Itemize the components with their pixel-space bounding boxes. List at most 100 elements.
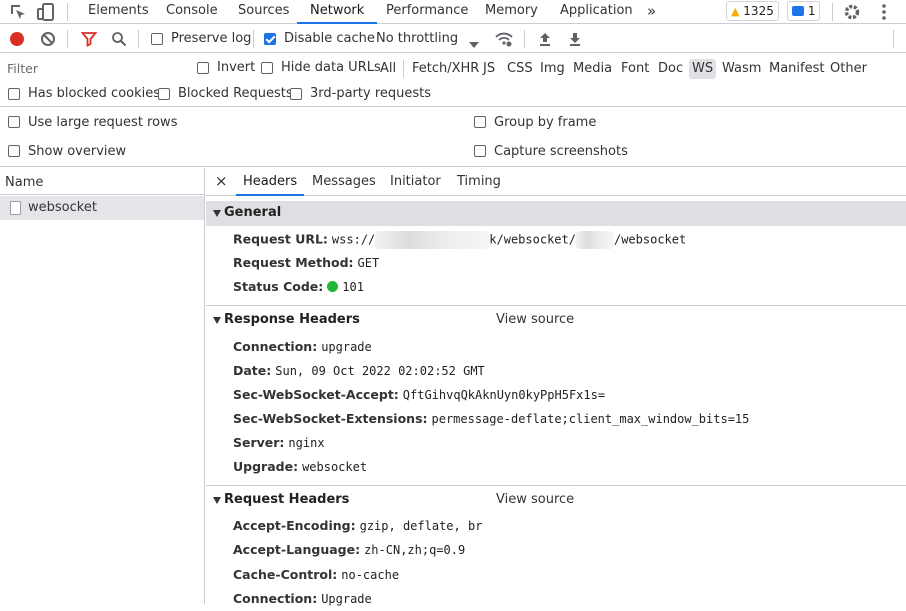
header-key: Status Code:	[233, 279, 324, 294]
network-conditions-icon[interactable]	[495, 31, 513, 47]
tab-application[interactable]: Application	[560, 0, 633, 24]
export-har-download-icon[interactable]	[567, 31, 583, 47]
throttling-select[interactable]: No throttling	[376, 31, 458, 46]
header-key: Accept-Language:	[233, 542, 361, 557]
response-header-row: Connection: upgrade	[233, 339, 372, 359]
filter-funnel-icon[interactable]	[80, 31, 98, 47]
name-column-header[interactable]: Name	[0, 168, 205, 195]
third-party-requests-label: 3rd-party requests	[310, 86, 432, 101]
show-overview-checkbox[interactable]	[8, 145, 20, 157]
detail-tab-bar: × Headers Messages Initiator Timing	[206, 168, 906, 196]
show-overview-label: Show overview	[28, 144, 127, 159]
general-section-header[interactable]: General	[206, 201, 906, 226]
capture-screenshots-checkbox[interactable]	[474, 145, 486, 157]
tab-console[interactable]: Console	[166, 0, 218, 24]
messages-count: 1	[807, 4, 816, 18]
header-key: Upgrade:	[233, 459, 299, 474]
messages-badge[interactable]: 1	[787, 1, 821, 21]
tab-performance[interactable]: Performance	[386, 0, 468, 24]
has-blocked-cookies-checkbox[interactable]	[8, 88, 20, 100]
response-header-row: Date: Sun, 09 Oct 2022 02:02:52 GMT	[233, 363, 485, 383]
request-name: websocket	[28, 200, 97, 215]
import-har-upload-icon[interactable]	[537, 31, 553, 47]
group-by-frame-label: Group by frame	[494, 115, 597, 130]
filter-type-js[interactable]: JS	[483, 59, 495, 79]
device-toolbar-icon[interactable]	[36, 2, 56, 22]
response-headers-title: Response Headers	[224, 312, 360, 327]
expand-triangle-icon	[213, 317, 221, 324]
name-header-label: Name	[5, 175, 44, 190]
record-button-icon[interactable]	[9, 31, 25, 47]
request-url-suffix: /websocket	[613, 232, 687, 247]
request-view-source-link[interactable]: View source	[496, 492, 574, 507]
status-green-dot-icon	[327, 281, 339, 292]
blocked-requests-checkbox[interactable]	[158, 88, 170, 100]
disable-cache-checkbox[interactable]	[264, 33, 276, 45]
filter-input[interactable]	[2, 58, 183, 78]
settings-gear-icon[interactable]	[842, 2, 862, 22]
header-key: Server:	[233, 435, 285, 450]
filter-type-font[interactable]: Font	[621, 59, 649, 79]
filter-type-doc[interactable]: Doc	[658, 59, 683, 79]
request-url-mid: k/websocket/	[489, 232, 576, 247]
tab-timing[interactable]: Timing	[457, 168, 501, 196]
inspect-element-icon[interactable]	[8, 2, 28, 22]
header-key: Request URL:	[233, 231, 328, 247]
search-icon[interactable]	[111, 31, 127, 47]
warning-icon: ▲	[731, 5, 740, 18]
preserve-log-label: Preserve log	[171, 31, 252, 46]
request-header-row: Connection: Upgrade	[233, 591, 372, 611]
request-url-prefix: wss://	[331, 232, 376, 247]
request-header-row: Accept-Language: zh-CN,zh;q=0.9	[233, 542, 465, 562]
warnings-badge[interactable]: ▲ 1325	[726, 1, 779, 21]
request-method-row: Request Method: GET	[233, 255, 379, 275]
more-tabs-button[interactable]: »	[647, 0, 656, 24]
response-headers-section-header[interactable]: Response Headers View source	[206, 308, 906, 333]
chevron-down-icon[interactable]	[469, 36, 485, 52]
filter-type-css[interactable]: CSS	[507, 59, 533, 79]
request-headers-section-header[interactable]: Request Headers View source	[206, 488, 906, 513]
more-options-icon[interactable]	[874, 2, 894, 22]
tab-initiator[interactable]: Initiator	[390, 168, 441, 196]
header-key: Date:	[233, 363, 272, 378]
filter-type-img[interactable]: Img	[540, 59, 565, 79]
tab-network[interactable]: Network	[297, 0, 378, 24]
preserve-log-checkbox[interactable]	[151, 33, 163, 45]
request-header-row: Accept-Encoding: gzip, deflate, br	[233, 518, 482, 538]
request-url-row: Request URL: wss:// k/websocket/ /websocke…	[233, 231, 686, 251]
clear-icon[interactable]	[40, 31, 56, 47]
header-key: Sec-WebSocket-Extensions:	[233, 411, 428, 426]
invert-checkbox[interactable]	[197, 62, 209, 74]
filter-type-other[interactable]: Other	[830, 59, 867, 79]
header-value: nginx	[288, 436, 325, 450]
tab-sources[interactable]: Sources	[238, 0, 289, 24]
tab-headers[interactable]: Headers	[236, 168, 305, 196]
close-icon[interactable]: ×	[215, 168, 228, 196]
third-party-requests-checkbox[interactable]	[290, 88, 302, 100]
filter-type-manifest[interactable]: Manifest	[769, 59, 824, 79]
filter-type-fetch-xhr[interactable]: Fetch/XHR	[412, 59, 479, 79]
tab-elements[interactable]: Elements	[88, 0, 149, 24]
filter-type-media[interactable]: Media	[573, 59, 612, 79]
response-view-source-link[interactable]: View source	[496, 312, 574, 327]
response-header-row: Sec-WebSocket-Extensions: permessage-def…	[233, 411, 749, 431]
request-detail-pane: × Headers Messages Initiator Timing Gene…	[206, 168, 906, 606]
group-by-frame-checkbox[interactable]	[474, 116, 486, 128]
capture-screenshots-label: Capture screenshots	[494, 144, 628, 159]
request-row-websocket[interactable]: websocket	[0, 196, 204, 220]
hide-data-urls-checkbox[interactable]	[261, 62, 273, 74]
filter-type-ws[interactable]: WS	[689, 59, 717, 79]
large-rows-checkbox[interactable]	[8, 116, 20, 128]
tab-messages[interactable]: Messages	[312, 168, 376, 196]
request-headers-title: Request Headers	[224, 492, 350, 507]
header-value: gzip, deflate, br	[359, 519, 483, 533]
response-header-row: Sec-WebSocket-Accept: QftGihvqQkAknUyn0k…	[233, 387, 605, 407]
general-title: General	[224, 205, 282, 220]
blocked-requests-label: Blocked Requests	[178, 86, 293, 101]
hide-data-urls-label: Hide data URLs	[281, 60, 381, 75]
filter-type-wasm[interactable]: Wasm	[722, 59, 761, 79]
message-icon	[792, 6, 804, 16]
tab-memory[interactable]: Memory	[485, 0, 538, 24]
filter-type-all[interactable]: All	[380, 59, 396, 79]
network-toolbar: Preserve log Disable cache No throttling	[0, 25, 906, 53]
